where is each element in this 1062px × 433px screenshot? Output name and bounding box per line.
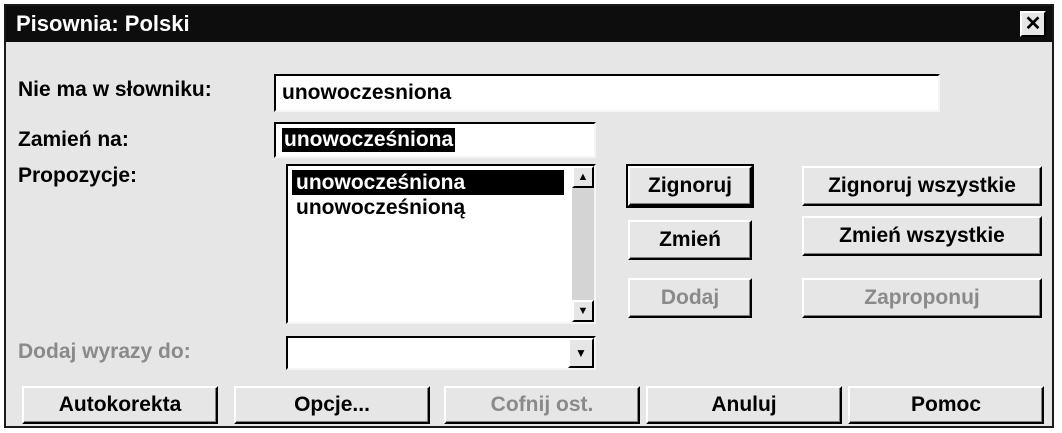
suggestions-listbox[interactable]: unowocześniona unowocześnioną ▲ ▼ bbox=[286, 164, 596, 324]
close-icon[interactable]: ✕ bbox=[1020, 11, 1046, 37]
replace-with-input[interactable]: unowocześniona bbox=[274, 122, 596, 158]
title-bar: Pisownia: Polski ✕ bbox=[6, 6, 1052, 42]
window-title: Pisownia: Polski bbox=[16, 11, 190, 36]
suggestions-scrollbar[interactable]: ▲ ▼ bbox=[572, 166, 594, 322]
suggest-button[interactable]: Zaproponuj bbox=[802, 278, 1042, 318]
add-words-to-label: Dodaj wyrazy do: bbox=[18, 340, 191, 363]
add-words-to-dropdown[interactable]: ▼ bbox=[286, 336, 596, 370]
add-button[interactable]: Dodaj bbox=[628, 278, 752, 318]
not-in-dictionary-value: unowoczesniona bbox=[282, 81, 452, 104]
change-all-button[interactable]: Zmień wszystkie bbox=[802, 216, 1042, 256]
replace-with-value: unowocześniona bbox=[282, 128, 456, 152]
autocorrect-button[interactable]: Autokorekta bbox=[22, 386, 218, 424]
scroll-up-icon[interactable]: ▲ bbox=[572, 166, 594, 188]
not-in-dictionary-label: Nie ma w słowniku: bbox=[18, 78, 212, 101]
chevron-down-icon[interactable]: ▼ bbox=[568, 338, 594, 368]
change-button[interactable]: Zmień bbox=[628, 220, 752, 260]
replace-with-label: Zamień na: bbox=[18, 128, 129, 151]
help-button[interactable]: Pomoc bbox=[848, 386, 1044, 424]
list-item[interactable]: unowocześnioną bbox=[292, 195, 564, 220]
cancel-button[interactable]: Anuluj bbox=[646, 386, 842, 424]
ignore-all-button[interactable]: Zignoruj wszystkie bbox=[802, 166, 1042, 206]
options-button[interactable]: Opcje... bbox=[234, 386, 430, 424]
scroll-down-icon[interactable]: ▼ bbox=[572, 300, 594, 322]
undo-last-button[interactable]: Cofnij ost. bbox=[444, 386, 640, 424]
not-in-dictionary-field[interactable]: unowoczesniona bbox=[274, 74, 940, 112]
suggestions-label: Propozycje: bbox=[18, 164, 138, 187]
list-item[interactable]: unowocześniona bbox=[292, 170, 564, 195]
spelling-dialog: Pisownia: Polski ✕ Nie ma w słowniku: un… bbox=[4, 4, 1054, 428]
ignore-button[interactable]: Zignoruj bbox=[626, 164, 754, 208]
